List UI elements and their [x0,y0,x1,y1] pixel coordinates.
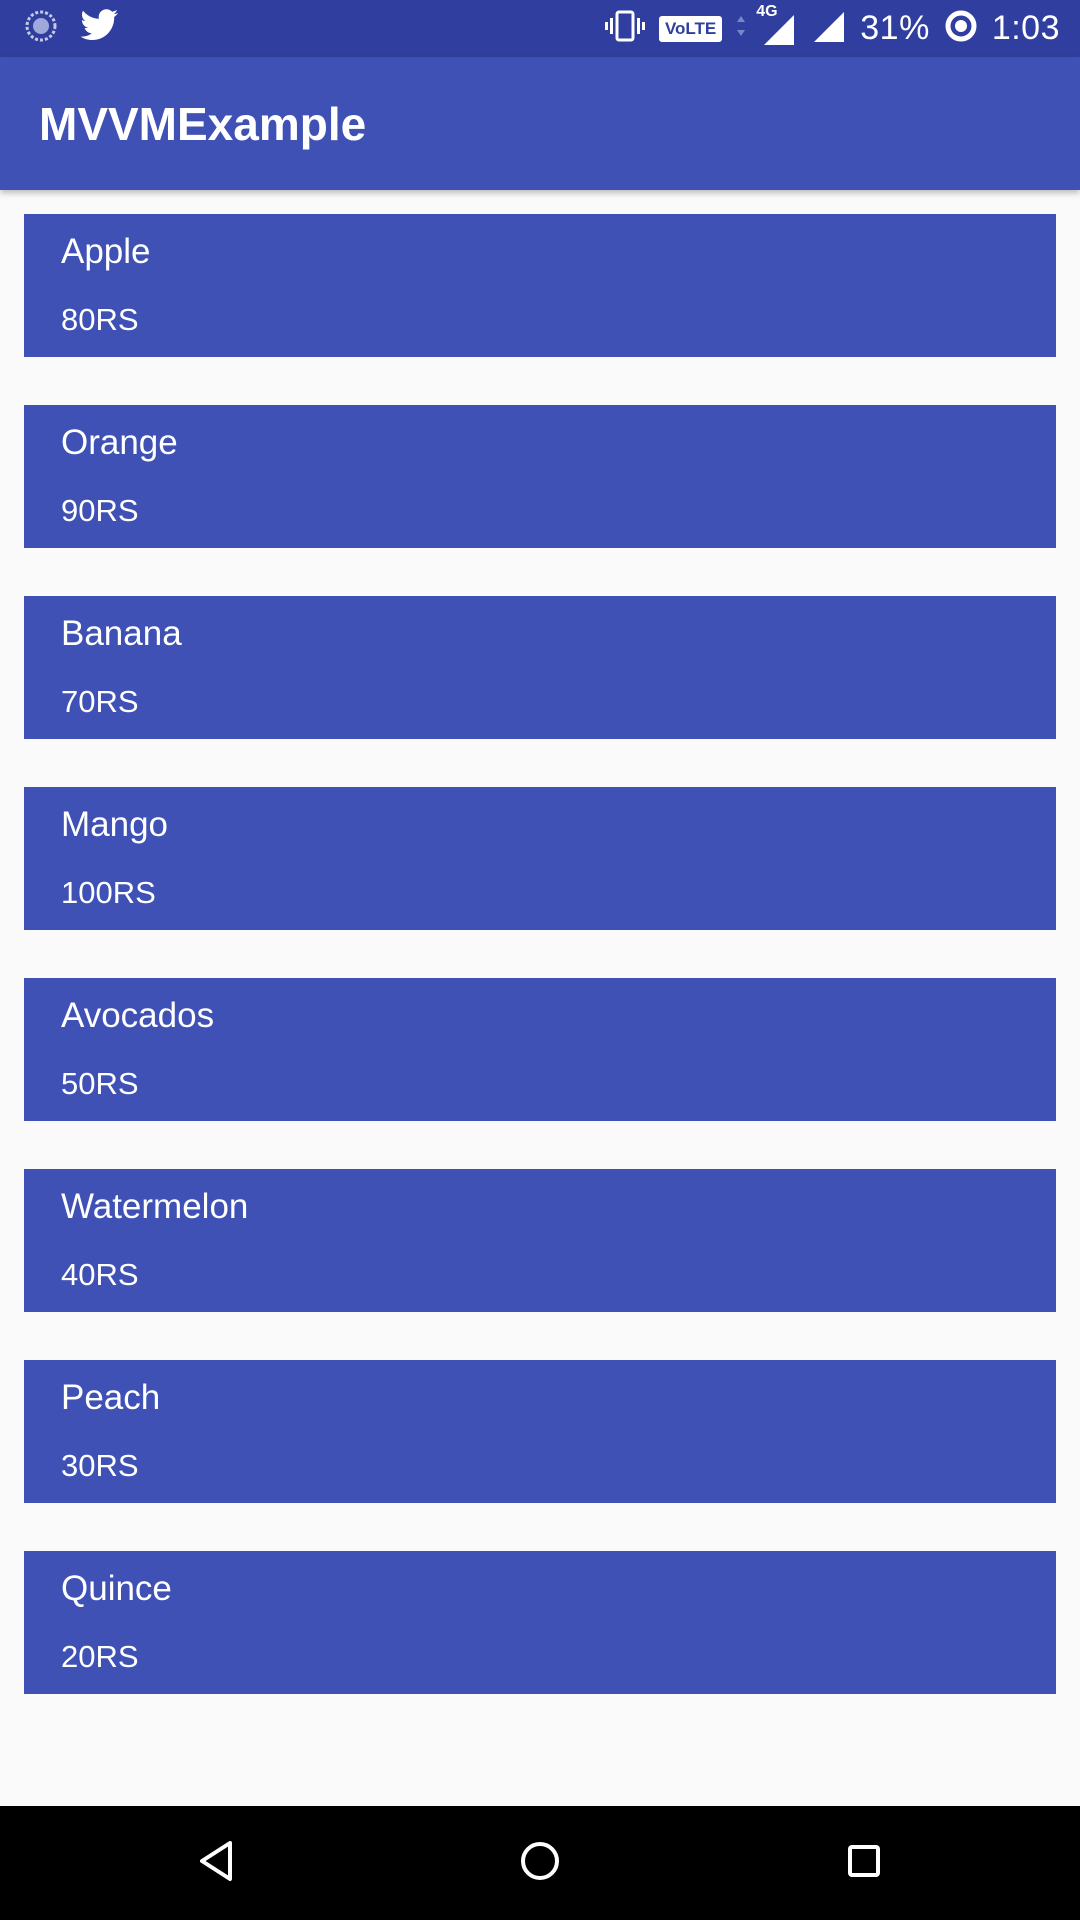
item-price: 70RS [61,684,139,719]
home-button[interactable] [510,1833,570,1893]
network-type-label: 4G [756,2,778,20]
item-price: 100RS [61,875,156,910]
data-activity-icon [736,14,746,43]
page-title: MVVMExample [39,97,367,150]
item-price: 20RS [61,1639,139,1674]
status-right: VoLTE 4G 31% 1:03 [604,3,1060,49]
battery-icon [944,9,978,48]
battery-percent: 31% [860,9,930,47]
navigation-bar [0,1806,1080,1920]
item-price: 30RS [61,1448,139,1483]
item-name: Peach [61,1378,161,1417]
back-button[interactable] [186,1833,246,1893]
vibrate-icon [604,9,645,48]
item-price: 80RS [61,302,139,337]
item-name: Apple [61,232,151,271]
item-name: Orange [61,423,178,462]
item-name: Avocados [61,996,215,1035]
twitter-icon [80,9,120,48]
signal-4g-icon: 4G [756,3,796,47]
volte-badge: VoLTE [658,15,723,42]
list-item[interactable]: Mango 100RS [24,787,1056,930]
item-name: Quince [61,1569,172,1608]
item-price: 40RS [61,1257,139,1292]
item-name: Watermelon [61,1187,249,1226]
list-item[interactable]: Avocados 50RS [24,978,1056,1121]
status-bar: VoLTE 4G 31% 1:03 [0,0,1080,57]
item-price: 50RS [61,1066,139,1101]
list-item[interactable]: Watermelon 40RS [24,1169,1056,1312]
status-left [24,9,120,48]
signal-icon [810,8,846,49]
status-time: 1:03 [991,9,1060,47]
app-bar: MVVMExample [0,57,1080,190]
list-item[interactable]: Banana 70RS [24,596,1056,739]
item-name: Mango [61,805,169,844]
item-name: Banana [61,614,182,653]
list-item[interactable]: Peach 30RS [24,1360,1056,1503]
item-price: 90RS [61,493,139,528]
home-circle-icon [518,1839,562,1888]
back-triangle-icon [196,1839,236,1888]
recents-square-icon [844,1841,884,1886]
sync-icon [24,9,58,48]
list-item[interactable]: Apple 80RS [24,214,1056,357]
list-item[interactable]: Orange 90RS [24,405,1056,548]
recents-button[interactable] [834,1833,894,1893]
list-item[interactable]: Quince 20RS [24,1551,1056,1694]
